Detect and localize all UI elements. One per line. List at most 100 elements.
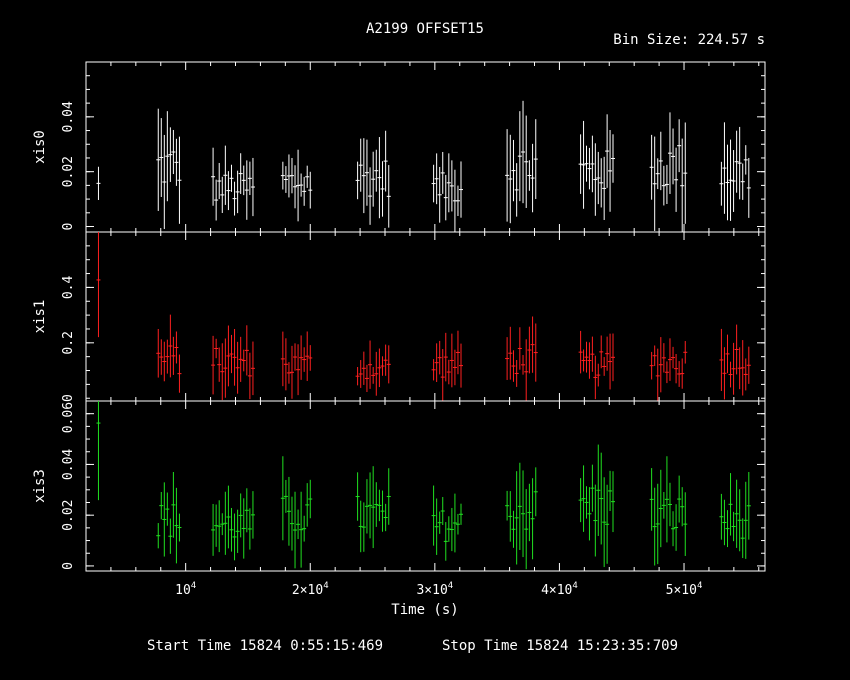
data-point xyxy=(374,351,379,396)
data-point xyxy=(533,323,538,382)
stop-time-label: Stop Time 15824 15:23:35:709 xyxy=(442,638,678,654)
data-point xyxy=(299,173,304,197)
data-point xyxy=(505,337,510,380)
data-point xyxy=(380,490,385,532)
data-point xyxy=(434,498,439,555)
data-point xyxy=(305,331,310,381)
data-point xyxy=(452,493,457,553)
data-point xyxy=(223,145,228,205)
data-point xyxy=(605,336,610,371)
data-point xyxy=(731,342,736,395)
data-point xyxy=(299,491,304,568)
data-point xyxy=(355,472,360,521)
data-point xyxy=(596,151,601,205)
data-point xyxy=(437,340,442,375)
data-point xyxy=(364,479,369,534)
x-tick-label: 5×104 xyxy=(666,581,703,598)
data-point xyxy=(608,129,613,212)
data-point xyxy=(449,333,454,388)
data-point xyxy=(250,491,255,539)
data-point xyxy=(658,337,663,393)
data-point xyxy=(383,130,388,192)
data-point xyxy=(737,126,742,200)
data-point xyxy=(611,134,616,183)
data-point xyxy=(658,469,663,548)
data-point xyxy=(96,166,101,200)
data-point xyxy=(602,477,607,568)
data-point xyxy=(226,485,231,549)
data-point xyxy=(459,343,464,388)
data-point xyxy=(683,122,688,224)
data-point xyxy=(743,145,748,175)
data-point xyxy=(584,341,589,373)
data-point xyxy=(374,149,379,192)
data-point xyxy=(680,358,685,389)
data-point xyxy=(530,143,535,213)
data-point xyxy=(305,165,310,188)
data-point xyxy=(590,135,595,193)
data-point xyxy=(593,484,598,557)
data-point xyxy=(250,157,255,217)
data-point xyxy=(168,518,173,554)
data-point xyxy=(655,348,660,401)
data-point xyxy=(156,108,161,211)
data-point xyxy=(229,334,234,374)
data-point xyxy=(740,163,745,200)
data-point xyxy=(590,336,595,372)
data-point xyxy=(517,111,522,202)
data-point xyxy=(605,484,610,564)
data-point xyxy=(530,478,535,560)
data-point xyxy=(358,500,363,553)
data-point xyxy=(674,147,679,212)
data-point xyxy=(174,487,179,564)
data-point xyxy=(664,164,669,204)
panel-frame xyxy=(85,61,766,233)
data-point xyxy=(743,481,748,559)
data-point xyxy=(683,341,688,364)
data-point xyxy=(608,470,613,512)
data-point xyxy=(649,134,654,200)
data-point xyxy=(171,336,176,375)
data-point xyxy=(361,502,366,552)
data-point xyxy=(96,232,101,338)
data-point xyxy=(217,162,222,200)
data-point xyxy=(527,483,532,542)
data-point xyxy=(235,341,240,394)
data-point xyxy=(380,161,385,217)
data-point xyxy=(722,347,727,400)
data-point xyxy=(443,522,448,561)
data-point xyxy=(174,331,179,364)
data-point xyxy=(446,359,451,385)
data-point xyxy=(664,361,669,384)
data-point xyxy=(283,338,288,391)
data-point xyxy=(296,344,301,396)
data-point xyxy=(156,523,161,549)
data-point xyxy=(371,367,376,384)
data-point xyxy=(443,174,448,221)
panel-xis0: 0 0.02 0.04 xis0 xyxy=(32,61,766,233)
data-point xyxy=(361,138,366,214)
data-point xyxy=(725,510,730,548)
data-point xyxy=(386,345,391,384)
data-point xyxy=(241,349,246,372)
x-tick-label: 104 xyxy=(175,581,196,598)
data-point xyxy=(368,472,373,539)
data-point xyxy=(220,343,225,401)
data-point xyxy=(211,335,216,395)
data-point xyxy=(162,134,167,230)
data-point xyxy=(229,164,234,192)
y-tick-label: 0.2 xyxy=(61,331,76,354)
data-point xyxy=(355,161,360,200)
data-point xyxy=(655,483,660,565)
data-point xyxy=(214,179,219,221)
y-tick-label: 0.060 xyxy=(61,394,76,433)
data-point xyxy=(655,158,660,190)
data-point xyxy=(247,352,252,400)
data-point xyxy=(680,138,685,232)
panel-label-xis3: xis3 xyxy=(32,469,48,503)
data-point xyxy=(652,345,657,366)
data-point xyxy=(587,147,592,190)
data-point xyxy=(677,119,682,173)
data-point xyxy=(244,488,249,533)
data-point xyxy=(514,359,519,387)
